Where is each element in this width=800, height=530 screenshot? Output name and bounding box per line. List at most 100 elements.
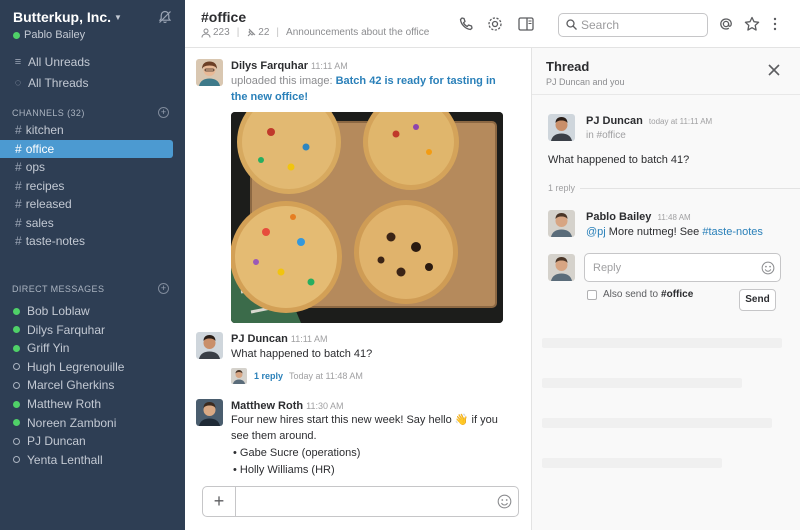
emoji-icon[interactable]	[497, 494, 512, 509]
search-icon	[566, 19, 577, 30]
author-name[interactable]: Dilys Farquhar	[231, 60, 308, 72]
message-author[interactable]: Matthew Roth 11:30 AM	[231, 400, 343, 412]
bullet-text: Gabe Sucre (operations)	[239, 447, 361, 459]
dm-label: Griff Yin	[27, 341, 70, 356]
channel-label: recipes	[25, 178, 65, 193]
sidebar-channel-recipes[interactable]: # recipes	[0, 177, 173, 195]
sidebar-dm-item[interactable]: Hugh Legrenouille	[0, 358, 173, 376]
all-threads-link[interactable]: ◌ All Threads	[12, 76, 89, 90]
sidebar-channel-office[interactable]: # office	[0, 139, 173, 158]
gear-icon[interactable]	[486, 15, 504, 33]
author-name[interactable]: PJ Duncan	[586, 115, 643, 127]
phone-icon[interactable]	[457, 15, 475, 33]
presence-away-icon	[13, 456, 20, 464]
sidebar-dm-item[interactable]: Matthew Roth	[0, 395, 173, 413]
avatar[interactable]	[548, 114, 575, 141]
attach-button[interactable]: +	[203, 487, 236, 516]
channel-label: ops	[25, 160, 46, 174]
team-menu[interactable]: Butterkup, Inc. ▼	[13, 9, 122, 25]
image-title-link-cont[interactable]: the new office!	[231, 91, 308, 103]
sidebar-channel-ops[interactable]: # ops	[0, 158, 173, 176]
sidebar-dm-item[interactable]: Noreen Zamboni	[0, 414, 173, 432]
channel-link[interactable]: #taste-notes	[702, 226, 763, 238]
search-input[interactable]	[581, 17, 701, 33]
current-user[interactable]: Pablo Bailey	[13, 29, 85, 41]
more-icon[interactable]	[766, 15, 784, 33]
channel-label: office	[25, 141, 55, 156]
mention-link[interactable]: @pj	[586, 226, 606, 238]
also-send-checkbox[interactable]	[587, 289, 597, 300]
channel-label: taste-notes	[25, 234, 86, 248]
image-title-link[interactable]: Batch 42 is ready for tasting in	[336, 75, 496, 87]
message-input[interactable]	[243, 493, 493, 510]
star-icon[interactable]	[743, 15, 761, 33]
message-time[interactable]: 11:30 AM	[306, 401, 343, 411]
sidebar-channel-kitchen[interactable]: # kitchen	[0, 121, 173, 139]
thread-replies-link[interactable]: 1 reply Today at 11:48 AM	[231, 368, 363, 384]
faded-content	[542, 378, 742, 388]
thread-parent-time[interactable]: today at 11:11 AM	[649, 117, 712, 126]
hash-icon: #	[15, 197, 22, 211]
thread-title: Thread	[546, 59, 590, 74]
bell-off-icon[interactable]	[157, 9, 173, 25]
author-name[interactable]: Pablo Bailey	[586, 211, 651, 223]
message-text-line2: see them around.	[231, 430, 317, 442]
member-count[interactable]: 223	[213, 27, 230, 38]
presence-away-icon	[13, 381, 20, 389]
sidebar-toggle-icon[interactable]	[517, 15, 535, 33]
add-dm-icon[interactable]: +	[158, 283, 169, 294]
channel-topic[interactable]: Announcements about the office	[286, 27, 429, 38]
sidebar-dm-item[interactable]: Dilys Farquhar	[0, 321, 173, 339]
dm-header-label: DIRECT MESSAGES	[12, 284, 105, 294]
sidebar-dm-item[interactable]: Marcel Gherkins	[0, 376, 173, 394]
also-send-label: Also send to	[603, 289, 659, 300]
sidebar-channel-sales[interactable]: # sales	[0, 214, 173, 232]
reply-field[interactable]	[584, 253, 781, 282]
add-channel-icon[interactable]: +	[158, 107, 169, 118]
avatar[interactable]	[196, 59, 223, 86]
channels-header[interactable]: CHANNELS (32)	[12, 108, 85, 118]
message-time[interactable]: 11:11 AM	[311, 61, 348, 71]
channel-label: kitchen	[25, 123, 64, 137]
thread-parent-author[interactable]: PJ Duncan today at 11:11 AM	[586, 115, 712, 127]
sidebar-channel-taste-notes[interactable]: # taste-notes	[0, 232, 173, 250]
list-item: • Gabe Sucre (operations)	[233, 447, 361, 459]
pinned-count[interactable]: 22	[258, 27, 269, 38]
thread-reply-time[interactable]: 11:48 AM	[657, 213, 690, 222]
emoji-icon[interactable]	[761, 261, 775, 275]
reply-divider-label: 1 reply	[548, 183, 582, 193]
reply-input[interactable]	[593, 260, 753, 276]
all-unreads-link[interactable]: ≡ All Unreads	[12, 55, 90, 69]
author-name[interactable]: Matthew Roth	[231, 400, 303, 412]
message-author[interactable]: PJ Duncan 11:11 AM	[231, 333, 328, 345]
presence-online-icon	[13, 31, 20, 39]
faded-content	[542, 338, 782, 348]
thread-parent-channel[interactable]: in #office	[586, 130, 626, 141]
app-window: Butterkup, Inc. ▼ Pablo Bailey ≡ All Unre…	[0, 0, 800, 530]
sidebar-dm-item[interactable]: PJ Duncan	[0, 432, 173, 450]
sidebar-dm-item[interactable]: Griff Yin	[0, 339, 173, 357]
list-item: • Holly Williams (HR)	[233, 464, 335, 476]
reply-count[interactable]: 1 reply	[254, 371, 283, 381]
avatar	[548, 254, 575, 281]
search-field[interactable]	[558, 13, 708, 37]
sidebar-dm-item[interactable]: Bob Loblaw	[0, 302, 173, 320]
message-time[interactable]: 11:11 AM	[291, 334, 328, 344]
channel-meta: 223 | 22 | Announcements about the offic…	[201, 27, 429, 38]
avatar[interactable]	[548, 210, 575, 237]
also-send-option[interactable]: Also send to #office	[587, 289, 693, 300]
message-author[interactable]: Dilys Farquhar 11:11 AM	[231, 60, 348, 72]
avatar[interactable]	[196, 332, 223, 359]
mention-icon[interactable]	[717, 15, 735, 33]
send-button[interactable]: Send	[739, 289, 776, 311]
author-name[interactable]: PJ Duncan	[231, 333, 288, 345]
sidebar-dm-item[interactable]: Yenta Lenthall	[0, 451, 173, 469]
dm-header[interactable]: DIRECT MESSAGES	[12, 284, 104, 294]
avatar[interactable]	[196, 399, 223, 426]
close-icon[interactable]	[767, 63, 781, 77]
sidebar-channel-released[interactable]: # released	[0, 195, 173, 213]
thread-reply-author[interactable]: Pablo Bailey 11:48 AM	[586, 211, 691, 223]
channel-title[interactable]: #office	[201, 9, 246, 25]
cookie-photo[interactable]	[231, 112, 503, 323]
all-unreads-label: All Unreads	[28, 55, 91, 69]
